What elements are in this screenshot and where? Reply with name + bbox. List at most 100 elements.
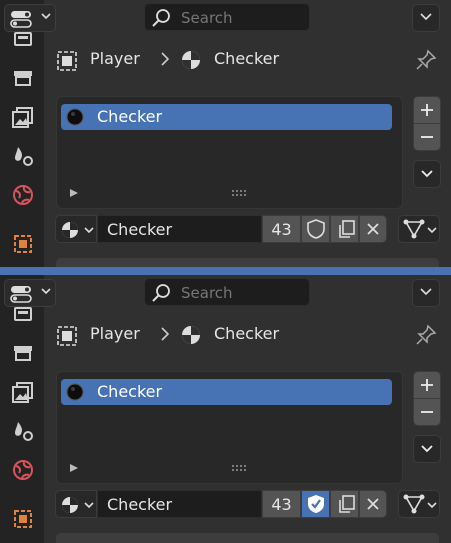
chevron-right-icon (161, 327, 170, 341)
material-slot-list[interactable]: Checker (56, 371, 403, 484)
editor-type-icon (10, 11, 32, 28)
material-datablock-row: Checker 43 (55, 490, 387, 518)
material-icon (62, 497, 78, 513)
next-section-header (56, 533, 439, 543)
properties-sidebar (0, 275, 44, 543)
object-properties-icon[interactable] (10, 231, 36, 257)
search-placeholder: Search (181, 9, 233, 27)
editor-type-button[interactable] (4, 279, 56, 307)
breadcrumb-object: Player (90, 324, 140, 343)
plus-icon (421, 379, 433, 391)
properties-sidebar (0, 0, 44, 268)
play-icon[interactable] (69, 188, 79, 198)
scene-icon[interactable] (10, 418, 36, 444)
material-icon (62, 222, 78, 238)
minus-icon (421, 136, 433, 138)
slot-name: Checker (97, 382, 163, 401)
add-slot-button[interactable] (413, 96, 441, 124)
properties-panel-bottom: Search Player Checker Checker Checker 43 (0, 275, 451, 543)
breadcrumb-material: Checker (214, 49, 280, 68)
minus-icon (421, 411, 433, 413)
chevron-down-icon (421, 170, 433, 178)
mesh-data-icon (403, 219, 425, 239)
header-collapse-button[interactable] (412, 4, 440, 32)
duplicate-material-button[interactable] (330, 490, 359, 518)
chevron-down-icon (84, 502, 94, 509)
link-type-button[interactable] (398, 490, 440, 518)
material-name: Checker (107, 495, 173, 514)
chevron-right-icon (161, 52, 170, 66)
unlink-material-button[interactable] (359, 215, 387, 243)
duplicate-icon (339, 220, 355, 238)
material-name-field[interactable]: Checker (97, 490, 262, 518)
object-icon (57, 326, 77, 346)
fake-user-toggle[interactable] (301, 215, 330, 243)
play-icon[interactable] (69, 463, 79, 473)
material-slot-list[interactable]: Checker (56, 96, 403, 209)
view-layer-icon[interactable] (10, 104, 36, 130)
search-placeholder: Search (181, 284, 233, 302)
chevron-down-icon (41, 288, 51, 295)
chevron-down-icon (427, 502, 437, 509)
material-name-field[interactable]: Checker (97, 215, 262, 243)
fake-user-toggle[interactable] (301, 490, 330, 518)
close-icon (367, 498, 379, 510)
user-count: 43 (271, 495, 292, 514)
chevron-down-icon (84, 227, 94, 234)
editor-type-button[interactable] (4, 4, 56, 32)
list-item[interactable]: Checker (61, 379, 392, 405)
add-slot-button[interactable] (413, 371, 441, 399)
search-icon (152, 9, 170, 27)
user-count: 43 (271, 220, 292, 239)
link-type-button[interactable] (398, 215, 440, 243)
object-icon (57, 51, 77, 71)
unlink-material-button[interactable] (359, 490, 387, 518)
world-icon[interactable] (10, 182, 36, 208)
render-properties-icon[interactable] (10, 66, 36, 92)
view-layer-icon[interactable] (10, 379, 36, 405)
search-field[interactable]: Search (144, 3, 310, 31)
plus-icon (421, 104, 433, 116)
pin-icon[interactable] (414, 48, 438, 72)
slot-specials-button[interactable] (413, 160, 441, 188)
user-count-button[interactable]: 43 (262, 215, 301, 243)
duplicate-icon (339, 495, 355, 513)
chevron-down-icon (420, 13, 432, 21)
mesh-data-icon (403, 494, 425, 514)
chevron-down-icon (41, 13, 51, 20)
user-count-button[interactable]: 43 (262, 490, 301, 518)
area-separator[interactable] (0, 267, 451, 275)
breadcrumb-object: Player (90, 49, 140, 68)
material-datablock-row: Checker 43 (55, 215, 387, 243)
scene-icon[interactable] (10, 143, 36, 169)
material-icon (182, 51, 200, 69)
browse-material-button[interactable] (55, 490, 97, 518)
material-name: Checker (107, 220, 173, 239)
render-properties-icon[interactable] (10, 341, 36, 367)
duplicate-material-button[interactable] (330, 215, 359, 243)
object-properties-icon[interactable] (10, 506, 36, 532)
material-preview-icon (66, 383, 84, 401)
resize-grip-icon[interactable] (231, 188, 249, 198)
remove-slot-button[interactable] (413, 398, 441, 426)
header-collapse-button[interactable] (412, 279, 440, 307)
shield-icon (307, 219, 325, 239)
chevron-down-icon (427, 227, 437, 234)
shield-check-icon (308, 495, 324, 513)
remove-slot-button[interactable] (413, 123, 441, 151)
close-icon (367, 223, 379, 235)
editor-type-icon (10, 286, 32, 303)
chevron-down-icon (420, 288, 432, 296)
properties-panel-top: Search Player Checker Checker Checker 43 (0, 0, 451, 268)
list-item[interactable]: Checker (61, 104, 392, 130)
material-icon (182, 326, 200, 344)
resize-grip-icon[interactable] (231, 463, 249, 473)
search-field[interactable]: Search (144, 278, 310, 306)
browse-material-button[interactable] (55, 215, 97, 243)
chevron-down-icon (421, 445, 433, 453)
world-icon[interactable] (10, 457, 36, 483)
breadcrumb-material: Checker (214, 324, 280, 343)
slot-specials-button[interactable] (413, 435, 441, 463)
search-icon (152, 284, 170, 302)
pin-icon[interactable] (414, 323, 438, 347)
